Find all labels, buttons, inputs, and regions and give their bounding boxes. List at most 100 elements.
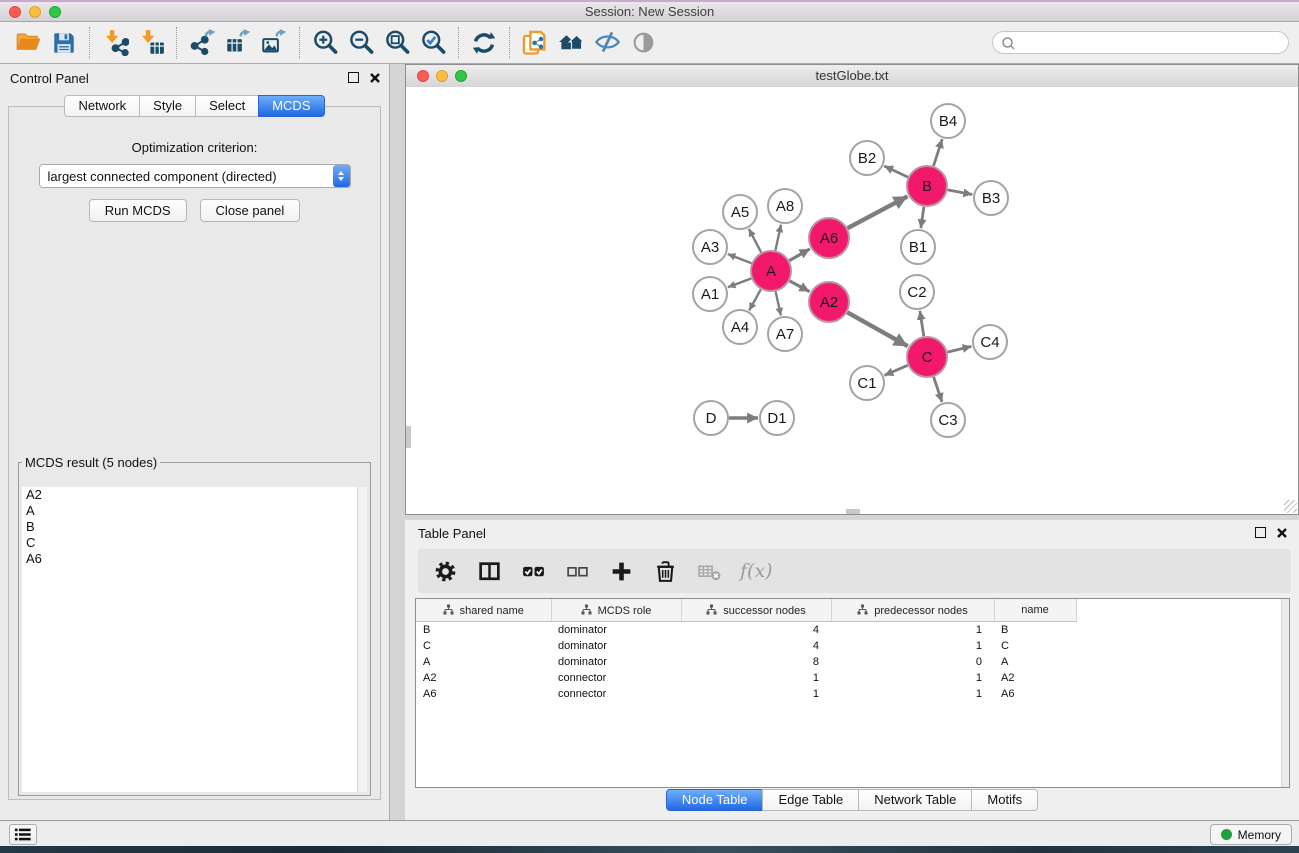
tab-network[interactable]: Network [64, 95, 140, 117]
result-list-scrollbar[interactable] [357, 487, 367, 792]
graph-node-C3[interactable]: C3 [931, 403, 965, 437]
tab-style[interactable]: Style [139, 95, 196, 117]
graph-node-B2[interactable]: B2 [850, 141, 884, 175]
graph-edge-A-A7[interactable] [776, 292, 781, 316]
graph-edge-C-C3[interactable] [934, 377, 942, 402]
open-session-button[interactable] [10, 26, 46, 60]
graph-node-C1[interactable]: C1 [850, 366, 884, 400]
tab-node-table[interactable]: Node Table [666, 789, 764, 811]
graph-edge-C-C4[interactable] [947, 346, 971, 352]
graph-node-B4[interactable]: B4 [931, 104, 965, 138]
graph-edge-B-B2[interactable] [884, 166, 908, 177]
canvas-vertical-scroll-thumb[interactable] [406, 426, 411, 448]
graph-node-A2[interactable]: A2 [809, 282, 849, 322]
graph-node-D1[interactable]: D1 [760, 401, 794, 435]
tab-select[interactable]: Select [195, 95, 259, 117]
show-all-views-button[interactable] [553, 26, 589, 60]
network-canvas[interactable]: B4B2BB3A5A8A6B1A3AC2A1A2A4A7C4CC1C3DD1 [406, 87, 1298, 514]
graph-edge-A-A6[interactable] [789, 249, 810, 261]
zoom-window-button[interactable] [49, 6, 61, 18]
add-column-button[interactable] [606, 556, 636, 586]
zoom-fit-button[interactable] [379, 26, 415, 60]
mcds-result-item[interactable]: B [22, 519, 358, 535]
graph-node-C[interactable]: C [907, 337, 947, 377]
tab-motifs[interactable]: Motifs [971, 789, 1038, 811]
mcds-result-item[interactable]: A6 [22, 551, 358, 567]
close-table-panel-button[interactable] [1277, 528, 1287, 538]
table-row[interactable]: A6connector11A6 [416, 686, 1289, 702]
graph-edge-A-A5[interactable] [749, 229, 761, 253]
tab-edge-table[interactable]: Edge Table [762, 789, 859, 811]
export-image-button[interactable] [256, 26, 292, 60]
deselect-all-button[interactable] [562, 556, 592, 586]
import-network-button[interactable] [97, 26, 133, 60]
select-all-button[interactable] [518, 556, 548, 586]
graph-edge-B-B1[interactable] [921, 207, 924, 228]
export-network-button[interactable] [184, 26, 220, 60]
function-builder-button[interactable]: f(x) [740, 560, 773, 582]
column-header-shared-name[interactable]: shared name [416, 599, 551, 622]
table-row[interactable]: Bdominator41B [416, 622, 1289, 639]
import-table-button[interactable] [133, 26, 169, 60]
graph-node-C2[interactable]: C2 [900, 275, 934, 309]
search-input[interactable] [1019, 35, 1288, 51]
mcds-result-item[interactable]: A2 [22, 487, 358, 503]
graph-node-B1[interactable]: B1 [901, 230, 935, 264]
graph-edge-A-A1[interactable] [728, 278, 752, 287]
delete-table-button[interactable] [694, 556, 724, 586]
criterion-select[interactable]: largest connected component (directed) [39, 164, 351, 188]
close-network-view-button[interactable] [417, 70, 429, 82]
graph-node-A4[interactable]: A4 [723, 310, 757, 344]
task-history-button[interactable] [9, 824, 37, 845]
close-control-panel-button[interactable] [370, 73, 380, 83]
graph-node-A7[interactable]: A7 [768, 317, 802, 351]
graph-edge-A2-C[interactable] [847, 312, 908, 346]
graph-node-A6[interactable]: A6 [809, 218, 849, 258]
memory-button[interactable]: Memory [1210, 824, 1292, 845]
table-row[interactable]: Adominator80A [416, 654, 1289, 670]
hide-view-button[interactable] [589, 26, 625, 60]
minimize-window-button[interactable] [29, 6, 41, 18]
export-table-button[interactable] [220, 26, 256, 60]
float-table-panel-button[interactable] [1255, 527, 1266, 538]
graph-node-A3[interactable]: A3 [693, 230, 727, 264]
run-mcds-button[interactable]: Run MCDS [89, 199, 187, 222]
column-header-successor-nodes[interactable]: successor nodes [681, 599, 831, 622]
close-panel-button[interactable]: Close panel [200, 199, 301, 222]
mcds-result-item[interactable]: A [22, 503, 358, 519]
table-row[interactable]: Cdominator41C [416, 638, 1289, 654]
graph-node-D[interactable]: D [694, 401, 728, 435]
resize-grip[interactable] [1284, 500, 1297, 513]
mcds-result-item[interactable]: C [22, 535, 358, 551]
graph-node-A[interactable]: A [751, 251, 791, 291]
delete-column-button[interactable] [650, 556, 680, 586]
column-header-mcds-role[interactable]: MCDS role [551, 599, 681, 622]
tab-network-table[interactable]: Network Table [858, 789, 972, 811]
graph-node-B[interactable]: B [907, 166, 947, 206]
graph-node-A1[interactable]: A1 [693, 277, 727, 311]
graph-edge-A-A2[interactable] [790, 281, 810, 292]
table-scrollbar[interactable] [1281, 599, 1289, 787]
network-window-titlebar[interactable]: testGlobe.txt [406, 65, 1298, 88]
graph-edge-A6-B[interactable] [848, 196, 908, 228]
graph-edge-C-C2[interactable] [920, 311, 924, 336]
search-box[interactable] [992, 31, 1289, 54]
float-control-panel-button[interactable] [348, 72, 359, 83]
close-window-button[interactable] [9, 6, 21, 18]
graph-edge-A-A3[interactable] [728, 254, 752, 263]
canvas-horizontal-scroll-thumb[interactable] [846, 509, 860, 514]
graph-edge-B-B3[interactable] [948, 190, 973, 195]
table-settings-button[interactable] [430, 556, 460, 586]
graph-node-B3[interactable]: B3 [974, 181, 1008, 215]
zoom-in-button[interactable] [307, 26, 343, 60]
tab-mcds[interactable]: MCDS [258, 95, 324, 117]
column-header-name[interactable]: name [994, 599, 1076, 622]
zoom-out-button[interactable] [343, 26, 379, 60]
column-header-predecessor-nodes[interactable]: predecessor nodes [831, 599, 994, 622]
graph-edge-B-B4[interactable] [934, 139, 943, 166]
save-session-button[interactable] [46, 26, 82, 60]
graph-node-C4[interactable]: C4 [973, 325, 1007, 359]
clone-network-button[interactable] [517, 26, 553, 60]
zoom-network-view-button[interactable] [455, 70, 467, 82]
graph-node-A5[interactable]: A5 [723, 195, 757, 229]
